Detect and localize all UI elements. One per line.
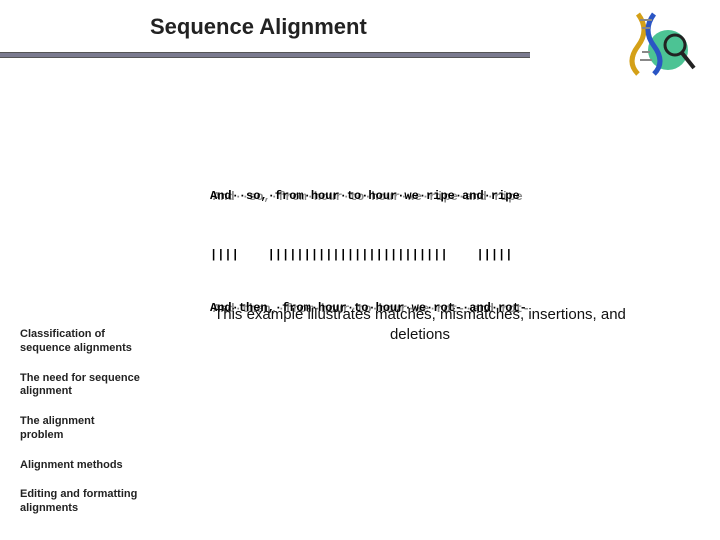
example-caption: This example illustrates matches, mismat… — [190, 305, 650, 346]
seq1-text: And··so,·from·hour·to·hour·we·ripe·and·r… — [210, 189, 520, 203]
outline-item[interactable]: The alignment problem — [20, 415, 140, 443]
outline-sidebar: Classification of sequence alignments Th… — [20, 328, 140, 532]
dna-logo-icon — [620, 10, 698, 76]
alignment-match-bars: |||| ||||||||||||||||||||||||| ||||| — [210, 248, 640, 262]
outline-item[interactable]: Alignment methods — [20, 459, 140, 473]
outline-item[interactable]: Editing and formatting alignments — [20, 488, 140, 516]
outline-item[interactable]: Classification of sequence alignments — [20, 328, 140, 356]
title-underline — [0, 52, 530, 58]
slide-title: Sequence Alignment — [150, 14, 367, 40]
outline-item[interactable]: The need for sequence alignment — [20, 372, 140, 400]
alignment-sequence-1: And··so,·from·hour·to·hour·we·ripe·and·r… — [210, 189, 640, 209]
